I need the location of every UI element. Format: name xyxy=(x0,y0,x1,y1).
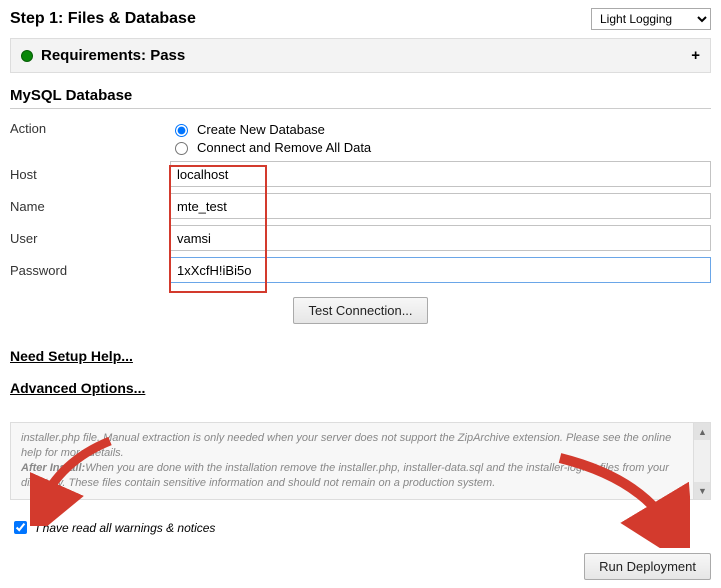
requirements-bar[interactable]: Requirements: Pass + xyxy=(10,38,711,73)
test-connection-button[interactable]: Test Connection... xyxy=(293,297,427,324)
expand-icon[interactable]: + xyxy=(691,47,700,64)
label-name: Name xyxy=(10,199,170,214)
radio-create-db-label: Create New Database xyxy=(197,122,325,137)
radio-create-db-input[interactable] xyxy=(175,124,188,137)
step-title: Step 1: Files & Database xyxy=(10,10,196,28)
host-input[interactable] xyxy=(170,161,711,187)
notice-scrollbar[interactable]: ▲ ▼ xyxy=(693,423,710,499)
mysql-section-heading: MySQL Database xyxy=(10,87,711,109)
radio-create-db[interactable]: Create New Database xyxy=(170,121,371,137)
password-input[interactable] xyxy=(170,257,711,283)
label-host: Host xyxy=(10,167,170,182)
status-pass-icon xyxy=(21,50,33,62)
requirements-label: Requirements: Pass xyxy=(41,47,185,64)
consent-checkbox[interactable] xyxy=(14,521,27,534)
user-input[interactable] xyxy=(170,225,711,251)
radio-remove-data-label: Connect and Remove All Data xyxy=(197,140,371,155)
label-password: Password xyxy=(10,263,170,278)
name-input[interactable] xyxy=(170,193,711,219)
advanced-options-link[interactable]: Advanced Options... xyxy=(10,380,145,396)
need-setup-help-link[interactable]: Need Setup Help... xyxy=(10,348,133,364)
consent-label: I have read all warnings & notices xyxy=(36,521,215,535)
logging-select[interactable]: Light Logging xyxy=(591,8,711,30)
notice-text: installer.php file. Manual extraction is… xyxy=(21,431,684,490)
notice-box: installer.php file. Manual extraction is… xyxy=(10,422,711,500)
scroll-down-icon[interactable]: ▼ xyxy=(694,482,711,499)
run-deployment-button[interactable]: Run Deployment xyxy=(584,553,711,580)
label-user: User xyxy=(10,231,170,246)
scroll-up-icon[interactable]: ▲ xyxy=(694,423,711,440)
radio-remove-data-input[interactable] xyxy=(175,142,188,155)
label-action: Action xyxy=(10,121,170,136)
radio-remove-data[interactable]: Connect and Remove All Data xyxy=(170,139,371,155)
